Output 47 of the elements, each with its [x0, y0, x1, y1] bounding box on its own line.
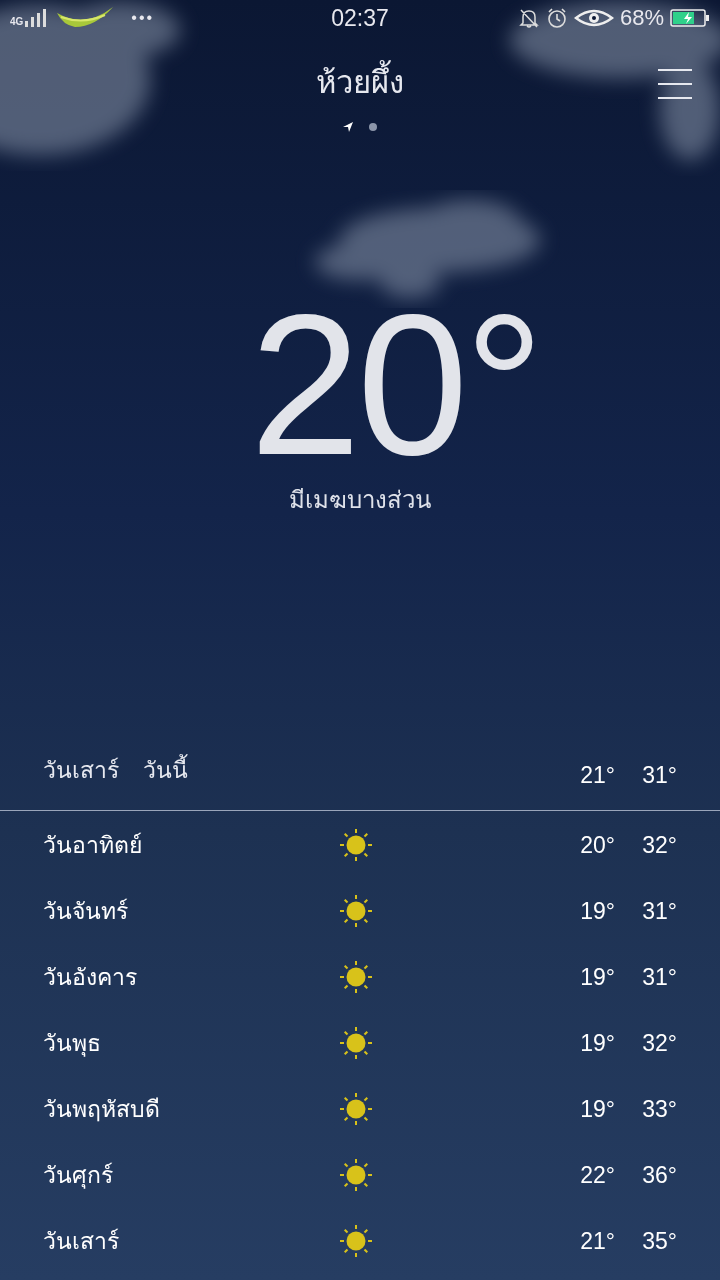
high-temperature: 31°	[641, 963, 677, 991]
alarm-icon	[545, 7, 568, 29]
low-temperature: 19°	[579, 963, 615, 991]
high-temperature: 33°	[641, 1095, 677, 1123]
page-dot[interactable]	[368, 122, 378, 132]
day-name: วันอาทิตย์	[43, 831, 143, 860]
network-type: 4G	[10, 17, 24, 27]
sun-icon	[339, 960, 373, 994]
low-temperature: 19°	[579, 897, 615, 925]
weather-condition: มีเมฆบางส่วน	[289, 485, 431, 515]
location-arrow-icon[interactable]	[342, 121, 354, 133]
high-temperature: 32°	[641, 831, 677, 859]
city-name: ห้วยผึ้ง	[316, 57, 404, 107]
day-name: วันศุกร์	[43, 1161, 114, 1191]
clock-time: 02:37	[331, 4, 389, 32]
sun-icon	[339, 1158, 373, 1192]
day-name: วันเสาร์	[43, 1227, 120, 1256]
day-name: วันอังคาร	[43, 963, 138, 992]
day-name: วันพุธ	[43, 1029, 102, 1059]
low-temperature: 19°	[579, 1095, 615, 1123]
sun-icon	[339, 1026, 373, 1060]
battery-percent: 68%	[619, 5, 664, 31]
menu-button[interactable]	[658, 68, 692, 100]
low-temperature: 19°	[579, 1029, 615, 1057]
low-temperature: 21°	[579, 762, 615, 789]
low-temperature: 20°	[579, 831, 615, 859]
low-temperature: 22°	[579, 1161, 615, 1189]
high-temperature: 31°	[641, 897, 677, 925]
low-temperature: 21°	[579, 1227, 615, 1255]
current-temperature: 20°	[248, 300, 541, 470]
day-name: วันเสาร์	[43, 756, 119, 785]
sun-icon	[339, 1224, 373, 1258]
day-name: วันพฤหัสบดี	[43, 1095, 161, 1124]
battery-icon	[670, 8, 710, 28]
day-name: วันจันทร์	[43, 897, 129, 926]
signal-icon	[25, 9, 48, 27]
sun-icon	[339, 828, 373, 862]
high-temperature: 31°	[641, 762, 677, 789]
high-temperature: 32°	[641, 1029, 677, 1057]
sun-icon	[339, 1092, 373, 1126]
today-label: วันนี้	[143, 752, 188, 788]
eye-icon	[573, 8, 614, 28]
sun-icon	[339, 894, 373, 928]
muted-bell-icon	[517, 7, 540, 29]
high-temperature: 35°	[641, 1227, 677, 1255]
high-temperature: 36°	[641, 1161, 677, 1189]
more-dots: •••	[131, 9, 155, 27]
